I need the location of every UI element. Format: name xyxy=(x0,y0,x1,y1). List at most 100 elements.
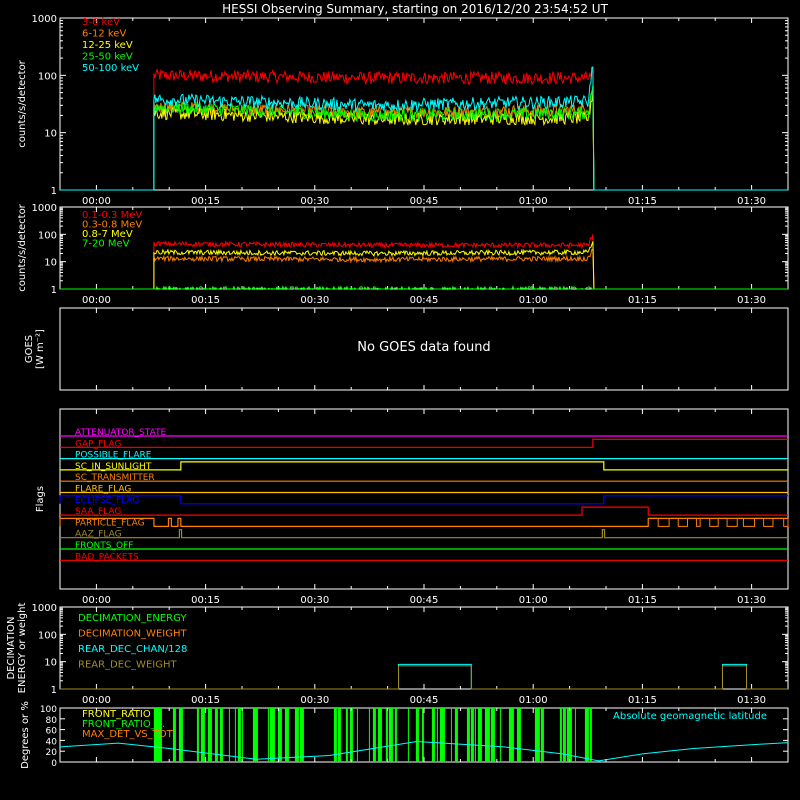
panel-decimation-ylabel-1: DECIMATION xyxy=(6,616,17,679)
x-tick-label: 01:30 xyxy=(737,595,766,606)
x-tick-label: 01:00 xyxy=(519,595,548,606)
y-tick-label: 60 xyxy=(46,727,58,737)
ratio-bar xyxy=(377,708,382,762)
y-tick-label: 10 xyxy=(44,258,57,269)
legend-entry: DECIMATION_ENERGY xyxy=(78,613,187,624)
y-tick-label: 1 xyxy=(51,685,57,696)
flag-label: POSSIBLE_FLARE xyxy=(75,451,152,461)
ratio-bar xyxy=(470,708,474,762)
y-tick-label: 100 xyxy=(40,705,57,715)
x-tick-label: 00:00 xyxy=(82,196,111,207)
ratio-bar xyxy=(294,708,299,762)
legend-entry: 6-12 keV xyxy=(82,29,126,40)
panel-ratios-ylabel: Degrees or % xyxy=(20,701,31,769)
ratio-bar xyxy=(431,708,435,762)
legend-entry: DECIMATION_WEIGHT xyxy=(78,629,187,640)
ratio-bar xyxy=(484,708,490,762)
y-tick-label: 1000 xyxy=(32,14,57,25)
ratio-bar xyxy=(277,708,282,762)
flag-label: SAA_FLAG xyxy=(75,507,121,517)
ratio-bar xyxy=(241,708,243,762)
x-tick-label: 00:30 xyxy=(300,695,329,706)
legend-entry: MAX_DET_VS_TOT xyxy=(82,729,174,740)
ratio-bar xyxy=(589,708,592,762)
x-tick-label: 00:30 xyxy=(300,595,329,606)
y-tick-label: 10 xyxy=(44,658,57,669)
flag-label: SC_IN_SUNLIGHT xyxy=(75,462,152,472)
ratio-bar xyxy=(172,708,176,762)
flag-label: SC_TRANSMITTER xyxy=(75,473,155,483)
ratio-bar xyxy=(388,708,393,762)
x-tick-label: 00:15 xyxy=(191,295,220,306)
ratio-bar xyxy=(252,708,258,762)
ratio-bar xyxy=(584,708,589,762)
ratio-bar xyxy=(534,708,540,762)
ratio-bar xyxy=(466,708,470,762)
x-tick-label: 00:30 xyxy=(300,295,329,306)
x-tick-label: 01:15 xyxy=(628,695,657,706)
flag-label: PARTICLE_FLAG xyxy=(75,518,145,528)
ratio-bar xyxy=(407,708,409,762)
figure-background xyxy=(0,0,800,800)
ratio-bar xyxy=(237,708,241,762)
x-tick-label: 01:30 xyxy=(737,295,766,306)
ratio-bar xyxy=(345,708,348,762)
legend-entry: 25-50 keV xyxy=(82,52,133,63)
no-goes-message: No GOES data found xyxy=(357,340,490,355)
ratio-bar xyxy=(196,708,199,762)
x-tick-label: 01:15 xyxy=(628,595,657,606)
x-tick-label: 00:45 xyxy=(410,196,439,207)
panel-goes-ylabel-1: GOES xyxy=(24,335,35,363)
ratio-bar xyxy=(269,708,275,762)
x-tick-label: 01:15 xyxy=(628,295,657,306)
x-tick-label: 00:00 xyxy=(82,595,111,606)
ratio-bar xyxy=(490,708,495,762)
y-tick-label: 0 xyxy=(51,759,57,769)
x-tick-label: 00:00 xyxy=(82,695,111,706)
x-tick-label: 00:45 xyxy=(410,595,439,606)
panel-lo-energy-ylabel: counts/s/detector xyxy=(17,59,28,147)
ratio-bar xyxy=(299,708,304,762)
y-tick-label: 100 xyxy=(38,630,57,641)
legend-entry: 12-25 keV xyxy=(82,40,133,51)
ratio-bar xyxy=(454,708,458,762)
legend-entry: 7-20 MeV xyxy=(82,239,130,250)
y-tick-label: 1000 xyxy=(32,203,57,214)
ratio-bar xyxy=(368,708,370,762)
flag-label: FRONTS_OFF xyxy=(75,541,133,551)
ratio-bar xyxy=(200,708,205,762)
ratio-bar xyxy=(385,708,388,762)
ratio-bar xyxy=(219,708,223,762)
ratio-bar xyxy=(356,708,358,762)
figure-title: HESSI Observing Summary, starting on 201… xyxy=(222,2,608,16)
y-tick-label: 100 xyxy=(38,71,57,82)
legend-entry: REAR_DEC_WEIGHT xyxy=(78,660,177,671)
flag-label: ATTENUATOR_STATE xyxy=(75,428,167,438)
ratio-bar xyxy=(477,708,482,762)
x-tick-label: 01:30 xyxy=(737,695,766,706)
flag-label: GAP_FLAG xyxy=(75,439,121,449)
y-tick-label: 1000 xyxy=(32,603,57,614)
ratio-bar xyxy=(450,708,452,762)
latitude-annotation: Absolute geomagnetic latitude xyxy=(613,711,767,722)
x-tick-label: 00:15 xyxy=(191,196,220,207)
x-tick-label: 00:30 xyxy=(300,196,329,207)
y-tick-label: 80 xyxy=(46,716,58,726)
flag-label: ECLIPSE_FLAG xyxy=(75,496,139,506)
ratio-bar xyxy=(436,708,438,762)
ratio-bar xyxy=(439,708,445,762)
ratio-bar xyxy=(228,708,230,762)
y-tick-label: 10 xyxy=(44,129,57,140)
ratio-bar xyxy=(178,708,183,762)
ratio-bar xyxy=(499,708,501,762)
ratio-bar xyxy=(516,708,521,762)
ratio-bar xyxy=(574,708,576,762)
ratio-bar xyxy=(415,708,419,762)
flag-label: BAD_PACKETS xyxy=(75,552,139,562)
y-tick-label: 20 xyxy=(46,748,58,758)
ratio-bar xyxy=(566,708,572,762)
panel-goes-ylabel-2: [W m⁻²] xyxy=(35,329,46,369)
x-tick-label: 01:15 xyxy=(628,196,657,207)
legend-entry: 50-100 keV xyxy=(82,63,139,74)
ratio-bar xyxy=(474,708,476,762)
